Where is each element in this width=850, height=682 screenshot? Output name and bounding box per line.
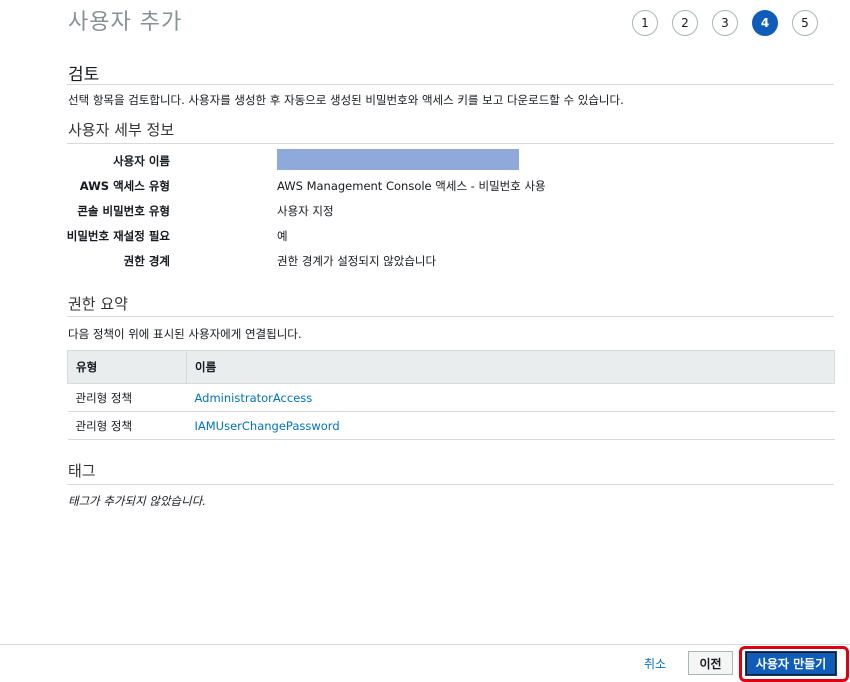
detail-row-access-type: AWS 액세스 유형 AWS Management Console 액세스 - …	[68, 178, 768, 198]
create-user-button[interactable]: 사용자 만들기	[745, 651, 837, 676]
detail-row-username: 사용자 이름	[68, 149, 768, 173]
policy-name-link[interactable]: IAMUserChangePassword	[186, 411, 835, 440]
policy-name-link[interactable]: AdministratorAccess	[186, 383, 835, 412]
step-5: 5	[792, 10, 818, 36]
permissions-table: 유형 이름 관리형 정책 AdministratorAccess 관리형 정책 …	[67, 350, 835, 440]
divider	[67, 316, 834, 317]
detail-row-reset-required: 비밀번호 재설정 필요 예	[66, 228, 768, 248]
review-heading: 검토	[68, 65, 100, 85]
footer-divider	[0, 644, 850, 645]
page-title: 사용자 추가	[68, 10, 183, 35]
detail-label: AWS 액세스 유형	[79, 179, 170, 193]
tags-heading: 태그	[68, 462, 96, 480]
column-header-type[interactable]: 유형	[67, 350, 187, 384]
user-details-heading: 사용자 세부 정보	[68, 121, 175, 139]
detail-value: 권한 경계가 설정되지 않았습니다	[277, 254, 437, 268]
table-row: 관리형 정책 AdministratorAccess	[67, 383, 835, 412]
detail-row-password-type: 콘솔 비밀번호 유형 사용자 지정	[68, 203, 768, 223]
permissions-description: 다음 정책이 위에 표시된 사용자에게 연결됩니다.	[68, 327, 302, 341]
detail-value: AWS Management Console 액세스 - 비밀번호 사용	[277, 179, 546, 193]
detail-row-permission-boundary: 권한 경계 권한 경계가 설정되지 않았습니다	[68, 253, 768, 273]
step-3[interactable]: 3	[712, 10, 738, 36]
previous-button[interactable]: 이전	[688, 651, 733, 675]
divider	[67, 84, 834, 85]
redacted-username	[277, 149, 519, 170]
detail-value: 사용자 지정	[277, 204, 334, 218]
tags-empty-text: 태그가 추가되지 않았습니다.	[68, 494, 206, 508]
policy-type-cell: 관리형 정책	[67, 411, 187, 440]
detail-value: 예	[277, 229, 288, 243]
cancel-link[interactable]: 취소	[644, 655, 666, 672]
review-description: 선택 항목을 검토합니다. 사용자를 생성한 후 자동으로 생성된 비밀번호와 …	[68, 93, 624, 107]
divider	[67, 484, 834, 485]
detail-label: 콘솔 비밀번호 유형	[77, 204, 170, 218]
step-2[interactable]: 2	[672, 10, 698, 36]
column-header-name[interactable]: 이름	[186, 350, 835, 384]
wizard-steps: 1 2 3 4 5	[632, 10, 818, 36]
step-1[interactable]: 1	[632, 10, 658, 36]
detail-label: 비밀번호 재설정 필요	[66, 229, 170, 243]
divider	[67, 143, 834, 144]
permissions-heading: 권한 요약	[68, 295, 128, 313]
policy-type-cell: 관리형 정책	[67, 383, 187, 412]
detail-label: 사용자 이름	[113, 154, 170, 168]
table-header-row: 유형 이름	[67, 350, 835, 384]
step-4-current: 4	[752, 10, 778, 36]
table-row: 관리형 정책 IAMUserChangePassword	[67, 411, 835, 440]
detail-label: 권한 경계	[123, 254, 170, 268]
